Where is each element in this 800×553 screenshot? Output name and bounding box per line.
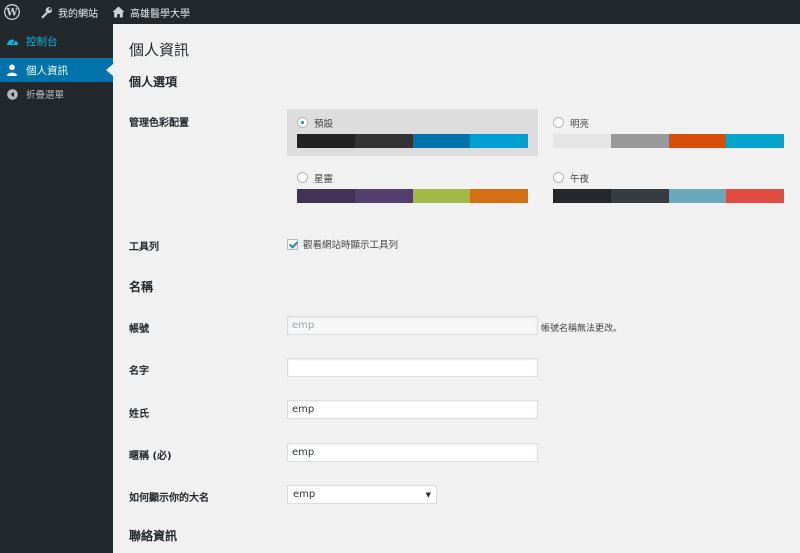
- first-name-label: 名字: [129, 366, 149, 377]
- svg-text:W: W: [5, 8, 18, 19]
- profile-page: 個人資訊 個人選項 管理色彩配置 預設 明亮 星靈 午夜 工具列 觀看網站時顯示…: [113, 24, 800, 553]
- page-title: 個人資訊: [129, 41, 190, 59]
- collapse-arrow-icon: [5, 87, 19, 101]
- color-swatch: [726, 134, 784, 148]
- color-scheme-default[interactable]: 預設: [287, 109, 538, 156]
- color-scheme-radio[interactable]: [297, 117, 308, 128]
- home-icon: [112, 6, 125, 18]
- display-name-select[interactable]: emp ▼: [287, 485, 437, 504]
- last-name-label: 姓氏: [129, 409, 149, 420]
- username-label: 帳號: [129, 324, 149, 335]
- wrench-icon: [40, 6, 53, 19]
- color-swatch: [553, 189, 611, 203]
- color-swatch: [412, 189, 471, 203]
- admin-bar: W 我的網站 高雄醫學大學: [0, 0, 800, 24]
- dashboard-gauge-icon: [5, 34, 19, 48]
- username-input[interactable]: [287, 316, 538, 335]
- sidebar-item-label: 控制台: [26, 35, 58, 48]
- color-swatch: [553, 134, 611, 148]
- color-scheme-radio[interactable]: [553, 117, 564, 128]
- select-caret-icon: ▼: [425, 490, 431, 499]
- show-toolbar-option[interactable]: 觀看網站時顯示工具列: [287, 237, 398, 251]
- color-swatches: [297, 134, 528, 148]
- my-sites-menu[interactable]: 我的網站: [33, 0, 105, 24]
- color-scheme-name: 明亮: [570, 118, 590, 130]
- color-swatches: [297, 189, 528, 203]
- nickname-input[interactable]: [287, 443, 538, 462]
- toolbar-label: 工具列: [129, 242, 159, 253]
- display-name-label: 如何顯示你的大名: [129, 493, 209, 504]
- color-swatch: [412, 134, 471, 148]
- last-name-input[interactable]: [287, 400, 538, 419]
- sidebar-item-label: 個人資訊: [26, 64, 68, 77]
- color-scheme-name: 星靈: [314, 173, 334, 185]
- color-scheme-ectoplasm[interactable]: 星靈: [287, 164, 538, 211]
- color-swatch: [297, 189, 355, 203]
- sidebar-item-profile[interactable]: 個人資訊: [0, 58, 113, 82]
- site-name-label: 高雄醫學大學: [130, 8, 190, 20]
- color-swatch: [610, 134, 669, 148]
- color-swatch: [297, 134, 355, 148]
- color-scheme-label: 管理色彩配置: [129, 118, 189, 129]
- color-swatch: [470, 134, 528, 148]
- color-scheme-name: 預設: [314, 118, 334, 130]
- username-description: 帳號名稱無法更改。: [541, 324, 623, 334]
- my-sites-label: 我的網站: [58, 8, 98, 20]
- personal-options-heading: 個人選項: [129, 75, 178, 89]
- name-section-heading: 名稱: [129, 280, 154, 294]
- show-toolbar-checkbox[interactable]: [287, 238, 298, 250]
- color-swatch: [470, 189, 528, 203]
- color-swatches: [553, 189, 784, 203]
- first-name-input[interactable]: [287, 358, 538, 377]
- color-scheme-radio[interactable]: [297, 172, 308, 183]
- display-name-selected: emp: [293, 489, 316, 500]
- color-swatch: [668, 134, 727, 148]
- color-scheme-radio[interactable]: [553, 172, 564, 183]
- site-name-menu[interactable]: 高雄醫學大學: [105, 0, 197, 24]
- show-toolbar-label: 觀看網站時顯示工具列: [303, 240, 399, 251]
- color-scheme-light[interactable]: 明亮: [543, 109, 794, 156]
- user-icon: [5, 63, 19, 77]
- wordpress-logo-button[interactable]: W: [0, 0, 33, 24]
- color-swatch: [726, 189, 784, 203]
- collapse-menu-button[interactable]: 折疊選單: [0, 82, 113, 106]
- color-swatch: [668, 189, 727, 203]
- color-scheme-name: 午夜: [570, 173, 590, 185]
- admin-sidebar: 控制台 個人資訊 折疊選單: [0, 24, 113, 553]
- nickname-label: 暱稱 (必): [129, 451, 172, 462]
- color-swatches: [553, 134, 784, 148]
- color-swatch: [610, 189, 669, 203]
- color-swatch: [354, 189, 413, 203]
- color-scheme-midnight[interactable]: 午夜: [543, 164, 794, 211]
- collapse-menu-label: 折疊選單: [26, 90, 65, 101]
- wordpress-logo-icon: W: [4, 4, 20, 20]
- color-swatch: [354, 134, 413, 148]
- sidebar-item-dashboard[interactable]: 控制台: [0, 24, 113, 58]
- contact-info-heading: 聯絡資訊: [129, 529, 178, 543]
